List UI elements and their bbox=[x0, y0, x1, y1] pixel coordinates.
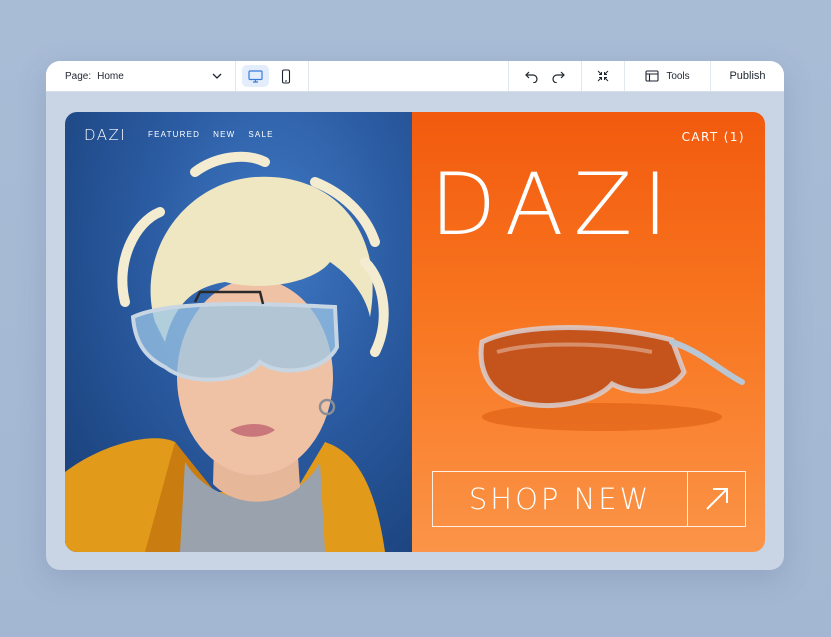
mobile-icon bbox=[281, 68, 290, 84]
site-preview: DAZI FEATURED NEW SALE CART (1) DAZI SHO… bbox=[65, 112, 765, 552]
cart-link[interactable]: CART (1) bbox=[682, 130, 745, 144]
shop-new-label: SHOP NEW bbox=[468, 482, 652, 516]
hero-model-image: DAZI FEATURED NEW SALE bbox=[65, 112, 412, 552]
publish-label: Publish bbox=[729, 70, 766, 82]
editor-window: Page: Home Tools Publish DAZI FEATURED N… bbox=[46, 61, 784, 570]
redo-icon[interactable] bbox=[551, 70, 565, 83]
device-switcher bbox=[236, 61, 309, 91]
page-selector-value: Home bbox=[97, 70, 124, 82]
nav-new[interactable]: NEW bbox=[213, 130, 235, 139]
desktop-view-button[interactable] bbox=[242, 65, 269, 87]
undo-redo-group bbox=[508, 61, 581, 91]
nav-sale[interactable]: SALE bbox=[248, 130, 273, 139]
tools-icon bbox=[645, 70, 659, 82]
publish-button[interactable]: Publish bbox=[710, 61, 784, 91]
undo-icon[interactable] bbox=[525, 70, 539, 83]
tools-button[interactable]: Tools bbox=[624, 61, 710, 91]
arrow-up-right-icon bbox=[705, 488, 728, 510]
mobile-view-button[interactable] bbox=[272, 65, 299, 87]
collapse-icon bbox=[597, 70, 609, 82]
model-portrait-illustration bbox=[65, 151, 389, 552]
editor-toolbar: Page: Home Tools Publish bbox=[46, 61, 784, 92]
hero-title: DAZI bbox=[430, 155, 678, 255]
nav-featured[interactable]: FEATURED bbox=[148, 130, 200, 139]
site-logo[interactable]: DAZI bbox=[84, 126, 126, 144]
shop-new-arrow bbox=[687, 472, 745, 526]
chevron-down-icon bbox=[212, 73, 222, 79]
page-selector[interactable]: Page: Home bbox=[46, 61, 236, 91]
collapse-view-button[interactable] bbox=[581, 61, 624, 91]
product-sunglasses-image bbox=[478, 325, 745, 431]
hero-product-panel: CART (1) DAZI SHOP NEW bbox=[412, 112, 765, 552]
desktop-icon bbox=[248, 69, 263, 83]
tools-label: Tools bbox=[666, 70, 690, 82]
shop-new-button[interactable]: SHOP NEW bbox=[432, 471, 746, 527]
page-selector-label: Page: bbox=[65, 70, 92, 82]
site-nav: FEATURED NEW SALE bbox=[148, 130, 274, 139]
